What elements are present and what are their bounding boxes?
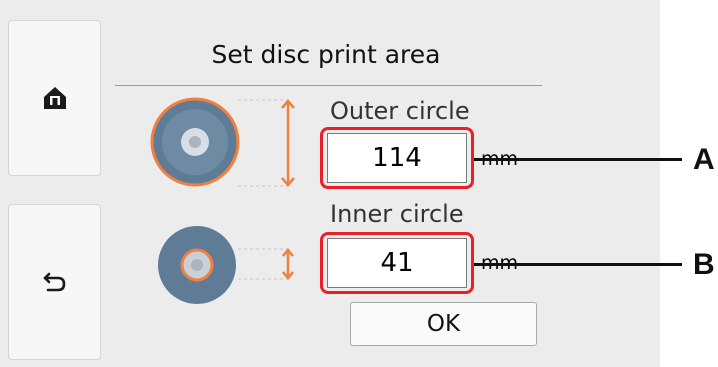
page-title: Set disc print area (211, 40, 441, 69)
inner-circle-label: Inner circle (330, 200, 464, 228)
back-button[interactable] (8, 204, 101, 360)
back-arrow-icon (43, 272, 65, 292)
callout-label-b: B (693, 248, 715, 281)
callout-line-a (474, 158, 682, 161)
title-divider (115, 85, 542, 86)
inner-size-guide (238, 248, 294, 280)
callout-label-a: A (693, 143, 715, 176)
outer-circle-label: Outer circle (330, 97, 470, 125)
outer-disc-icon (150, 97, 240, 187)
home-button[interactable] (8, 20, 101, 176)
home-icon (43, 87, 66, 109)
inner-disc-icon (158, 226, 236, 304)
printer-screen: Set disc print area Outer circle 114 mm … (0, 0, 660, 367)
outer-highlight (320, 127, 474, 189)
callout-line-b (474, 263, 682, 266)
outer-size-guide (238, 99, 295, 187)
ok-button[interactable]: OK (350, 302, 537, 346)
inner-highlight (320, 232, 474, 294)
